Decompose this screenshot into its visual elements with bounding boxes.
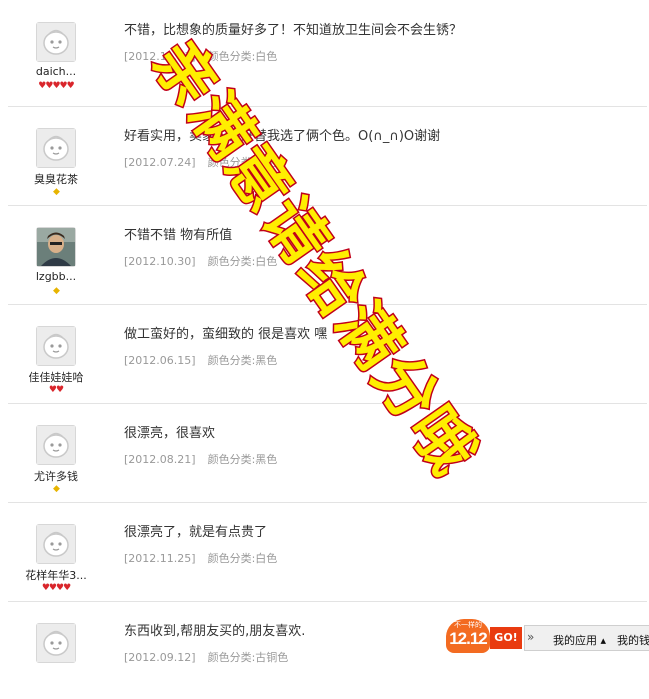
review-meta: [2012.11.21] 颜色分类:白色 <box>124 48 277 64</box>
reviewer-rank: ◆ <box>6 484 106 494</box>
my-apps-menu[interactable]: 我的应用 ▴ <box>553 632 606 648</box>
review-meta: [2012.09.12] 颜色分类:古铜色 <box>124 649 288 665</box>
review-date: [2012.06.15] <box>124 354 196 367</box>
review-row: 尤许多钱 ◆ 很漂亮，很喜欢 [2012.08.21] 颜色分类:黑色 <box>0 403 649 501</box>
default-avatar-icon[interactable] <box>36 524 76 564</box>
reviewer-nickname[interactable]: 尤许多钱 <box>6 468 106 484</box>
reviewer-rank: ◆ <box>6 187 106 197</box>
row-divider <box>8 601 647 602</box>
review-text: 很漂亮，很喜欢 <box>124 426 216 441</box>
promo-1212-badge[interactable]: 不一样的 12.12 <box>446 617 490 654</box>
review-date: [2012.10.30] <box>124 255 196 268</box>
review-color-variant: 颜色分类:黑色 <box>207 453 278 466</box>
rank-heart-icon: ♥ <box>48 385 57 395</box>
review-meta: [2012.11.25] 颜色分类:白色 <box>124 550 277 566</box>
row-divider <box>8 106 647 107</box>
reviewer-nickname[interactable]: 花样年华3... <box>6 567 106 583</box>
review-text: 东西收到,帮朋友买的,朋友喜欢. <box>124 624 306 639</box>
rank-heart-icon: ♥ <box>48 583 57 593</box>
review-row: 佳佳娃娃哈 ♥♥ 做工蛮好的，蛮细致的 很是喜欢 嘿 [2012.06.15] 颜色分类… <box>0 304 649 402</box>
rank-diamond-icon: ◆ <box>53 286 60 296</box>
reviewer-rank: ♥♥♥♥ <box>6 583 106 593</box>
row-divider <box>8 304 647 305</box>
promo-go-button[interactable]: GO! <box>490 627 522 649</box>
row-divider <box>8 205 647 206</box>
rank-heart-icon: ♥ <box>59 81 68 91</box>
default-avatar-icon[interactable] <box>36 326 76 366</box>
review-text: 不错，比想象的质量好多了！不知道放卫生间会不会生锈？ <box>124 23 463 38</box>
reviewer-nickname[interactable]: daich... <box>6 65 106 78</box>
promo-toolbar: 不一样的 12.12 GO! » 我的应用 ▴ 我的钱 <box>442 617 649 654</box>
review-row: 臭臭花茶 ◆ 好看实用，卖家人很好替我选了俩个色。O(∩_∩)O谢谢 [2012.07… <box>0 106 649 204</box>
row-divider <box>8 403 647 404</box>
default-avatar-icon[interactable] <box>36 623 76 663</box>
default-avatar-icon[interactable] <box>36 128 76 168</box>
promo-big-text: 12.12 <box>449 629 488 648</box>
my-wallet-link[interactable]: 我的钱 <box>617 632 649 648</box>
default-avatar-icon[interactable] <box>36 22 76 62</box>
review-date: [2012.11.21] <box>124 50 196 63</box>
review-row: lzgbb... ◆ 不错不错 物有所值 [2012.10.30] 颜色分类:白色 <box>0 205 649 303</box>
rank-heart-icon: ♥ <box>66 81 75 91</box>
review-color-variant: 颜色分类:古铜色 <box>207 651 289 664</box>
user-photo-avatar[interactable] <box>36 227 76 267</box>
review-meta: [2012.06.15] 颜色分类:黑色 <box>124 352 277 368</box>
review-text: 好看实用，卖家人很好替我选了俩个色。O(∩_∩)O谢谢 <box>124 129 441 144</box>
review-date: [2012.11.25] <box>124 552 196 565</box>
review-meta: [2012.07.24] 颜色分类:白色 <box>124 154 277 170</box>
review-color-variant: 颜色分类:白色 <box>207 156 278 169</box>
review-color-variant: 颜色分类:黑色 <box>207 354 278 367</box>
review-date: [2012.08.21] <box>124 453 196 466</box>
reviewer-nickname[interactable]: 臭臭花茶 <box>6 171 106 187</box>
review-row: 花样年华3... ♥♥♥♥ 很漂亮了，就是有点贵了 [2012.11.25] 颜色分类:… <box>0 502 649 600</box>
row-divider <box>8 502 647 503</box>
rank-heart-icon: ♥ <box>63 583 71 593</box>
reviewer-rank: ◆ <box>6 286 106 296</box>
review-row: daich... ♥♥♥♥♥ 不错，比想象的质量好多了！不知道放卫生间会不会生锈？ [… <box>0 0 649 98</box>
reviewer-nickname[interactable]: lzgbb... <box>6 270 106 283</box>
rank-heart-icon: ♥ <box>41 583 50 593</box>
app-bar: » 我的应用 ▴ 我的钱 <box>524 625 649 651</box>
reviewer-rank: ♥♥ <box>6 385 106 395</box>
review-meta: [2012.08.21] 颜色分类:黑色 <box>124 451 277 467</box>
review-date: [2012.09.12] <box>124 651 196 664</box>
review-text: 不错不错 物有所值 <box>124 228 233 243</box>
reviewer-nickname[interactable]: 佳佳娃娃哈 <box>6 369 106 385</box>
reviewer-rank: ♥♥♥♥♥ <box>6 81 106 91</box>
review-text: 做工蛮好的，蛮细致的 很是喜欢 嘿 <box>124 327 328 342</box>
expand-chevron-icon[interactable]: » <box>527 630 534 644</box>
default-avatar-icon[interactable] <box>36 425 76 465</box>
rank-diamond-icon: ◆ <box>53 484 60 494</box>
review-color-variant: 颜色分类:白色 <box>207 50 278 63</box>
rank-heart-icon: ♥ <box>56 385 64 395</box>
review-text: 很漂亮了，就是有点贵了 <box>124 525 268 540</box>
review-color-variant: 颜色分类:白色 <box>207 552 278 565</box>
rank-heart-icon: ♥ <box>52 81 60 91</box>
review-meta: [2012.10.30] 颜色分类:白色 <box>124 253 277 269</box>
review-date: [2012.07.24] <box>124 156 196 169</box>
rank-diamond-icon: ◆ <box>53 187 60 197</box>
review-color-variant: 颜色分类:白色 <box>207 255 278 268</box>
